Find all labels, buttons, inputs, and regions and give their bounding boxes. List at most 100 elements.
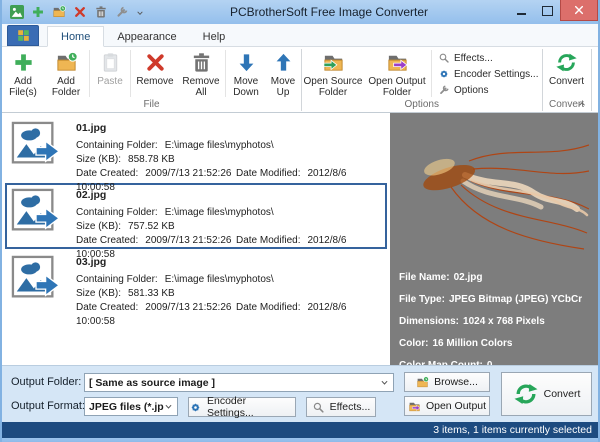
browse-button[interactable]: Browse... — [404, 372, 490, 392]
field-label: Containing Folder: — [76, 140, 158, 151]
remove-all-label: Remove All — [179, 76, 223, 98]
convert-button-bottom[interactable]: Convert — [501, 372, 592, 416]
status-bar: 3 items, 1 items currently selected — [2, 422, 598, 438]
main-content: 01.jpg Containing Folder: E:\image files\… — [2, 113, 598, 365]
ribbon: Add File(s) Add Folder Paste Remove — [2, 47, 598, 113]
app-menu-button[interactable] — [7, 25, 39, 46]
file-name: 03.jpg — [76, 255, 381, 269]
open-output-label: Open Output — [426, 400, 486, 412]
convert-label: Convert — [549, 76, 584, 87]
maximize-button[interactable] — [534, 0, 560, 21]
list-item[interactable]: 01.jpg Containing Folder: E:\image files\… — [5, 116, 387, 182]
open-source-folder-icon — [322, 51, 345, 74]
browse-label: Browse... — [434, 376, 478, 388]
encoder-settings-icon — [438, 68, 450, 80]
open-output-folder-button[interactable]: Open Output Folder — [364, 48, 430, 98]
move-down-label: Move Down — [228, 76, 264, 98]
remove-button[interactable]: Remove — [132, 48, 178, 87]
field-label: Size (KB): — [76, 154, 121, 165]
field-value: E:\image files\myphotos\ — [165, 140, 274, 151]
file-name: 01.jpg — [76, 121, 381, 135]
field-value: 2009/7/13 21:52:26 — [145, 302, 231, 313]
field-label: Containing Folder: — [76, 274, 158, 285]
chevron-down-icon — [380, 378, 389, 387]
info-value: 1024 x 768 Pixels — [463, 316, 545, 327]
separator — [431, 50, 432, 97]
move-down-button[interactable]: Move Down — [227, 48, 265, 98]
file-name: 02.jpg — [76, 188, 381, 202]
tab-home[interactable]: Home — [47, 26, 104, 47]
preview-info-line: Dimensions:1024 x 768 Pixels — [399, 316, 589, 327]
open-output-folder-label: Open Output Folder — [365, 76, 429, 98]
info-value: JPEG Bitmap (JPEG) YCbCr — [449, 294, 582, 305]
output-format-combobox[interactable]: JPEG files (*.jpg) — [84, 397, 178, 416]
app-window: PCBrotherSoft Free Image Converter Home … — [0, 0, 600, 442]
output-folder-combobox[interactable]: [ Same as source image ] — [84, 373, 394, 392]
field-value: 858.78 KB — [128, 154, 175, 165]
group-label-file: File — [2, 99, 301, 112]
field-value: 2009/7/13 21:52:26 — [145, 235, 231, 246]
info-value: 02.jpg — [454, 272, 483, 283]
image-icon[interactable] — [10, 5, 24, 19]
remove-icon[interactable] — [73, 5, 87, 19]
remove-all-icon[interactable] — [94, 5, 108, 19]
preview-image — [399, 121, 589, 261]
window-controls — [508, 0, 598, 24]
app-grid-icon — [17, 29, 30, 42]
list-item-selected[interactable]: 02.jpg Containing Folder:E:\image files\… — [5, 183, 387, 249]
list-item[interactable]: 03.jpg Containing Folder:E:\image files\… — [5, 250, 387, 316]
move-up-button[interactable]: Move Up — [265, 48, 301, 98]
output-folder-value: [ Same as source image ] — [89, 377, 380, 389]
add-files-label: Add File(s) — [3, 76, 43, 98]
options-button[interactable]: Options — [438, 84, 539, 96]
separator — [89, 50, 90, 97]
close-button[interactable] — [560, 0, 598, 21]
effects-button-bottom[interactable]: Effects... — [306, 397, 376, 417]
move-down-icon — [235, 51, 258, 74]
effects-icon — [312, 401, 325, 414]
file-list: 01.jpg Containing Folder: E:\image files\… — [2, 113, 390, 365]
field-label: Date Modified: — [236, 235, 300, 246]
move-up-icon — [272, 51, 295, 74]
open-source-folder-button[interactable]: Open Source Folder — [302, 48, 364, 98]
image-file-icon — [11, 188, 61, 238]
convert-button[interactable]: Convert — [543, 48, 591, 87]
open-output-folder-icon — [408, 400, 421, 413]
window-title: PCBrotherSoft Free Image Converter — [150, 5, 508, 19]
title-bar: PCBrotherSoft Free Image Converter — [2, 0, 598, 24]
field-value: E:\image files\myphotos\ — [165, 207, 274, 218]
effects-icon — [438, 52, 450, 64]
paste-icon — [99, 51, 122, 74]
field-value: 757.52 KB — [128, 221, 175, 232]
effects-button[interactable]: Effects... — [438, 52, 539, 64]
encoder-settings-icon — [189, 401, 202, 414]
add-file-icon[interactable] — [31, 5, 45, 19]
collapse-ribbon-button[interactable] — [576, 96, 590, 108]
encoder-settings-label: Encoder Settings... — [207, 395, 295, 419]
options-label: Options — [454, 85, 488, 96]
ribbon-group-file: Add File(s) Add Folder Paste Remove — [2, 48, 301, 112]
qat-customize-icon[interactable] — [136, 5, 150, 19]
minimize-button[interactable] — [508, 0, 534, 21]
convert-icon — [513, 381, 539, 407]
effects-label: Effects... — [454, 53, 493, 64]
add-files-button[interactable]: Add File(s) — [2, 48, 44, 98]
tab-appearance[interactable]: Appearance — [104, 27, 189, 46]
options-wrench-icon[interactable] — [115, 5, 129, 19]
add-folder-button[interactable]: Add Folder — [44, 48, 88, 98]
output-controls: Output Folder: [ Same as source image ] … — [2, 365, 598, 422]
close-icon — [574, 5, 584, 15]
tab-help[interactable]: Help — [190, 27, 239, 46]
field-value: 2009/7/13 21:52:26 — [145, 168, 231, 179]
field-label: Date Created: — [76, 168, 138, 179]
paste-folder-icon[interactable] — [52, 5, 66, 19]
encoder-settings-button[interactable]: Encoder Settings... — [438, 68, 539, 80]
remove-all-button[interactable]: Remove All — [178, 48, 224, 98]
encoder-settings-label: Encoder Settings... — [454, 69, 539, 80]
group-label-options: Options — [302, 99, 542, 112]
encoder-settings-button-bottom[interactable]: Encoder Settings... — [188, 397, 296, 417]
info-label: File Type: — [399, 294, 445, 305]
open-output-button[interactable]: Open Output — [404, 396, 490, 416]
window-frame-bottom — [2, 438, 598, 442]
image-file-icon — [11, 255, 61, 305]
